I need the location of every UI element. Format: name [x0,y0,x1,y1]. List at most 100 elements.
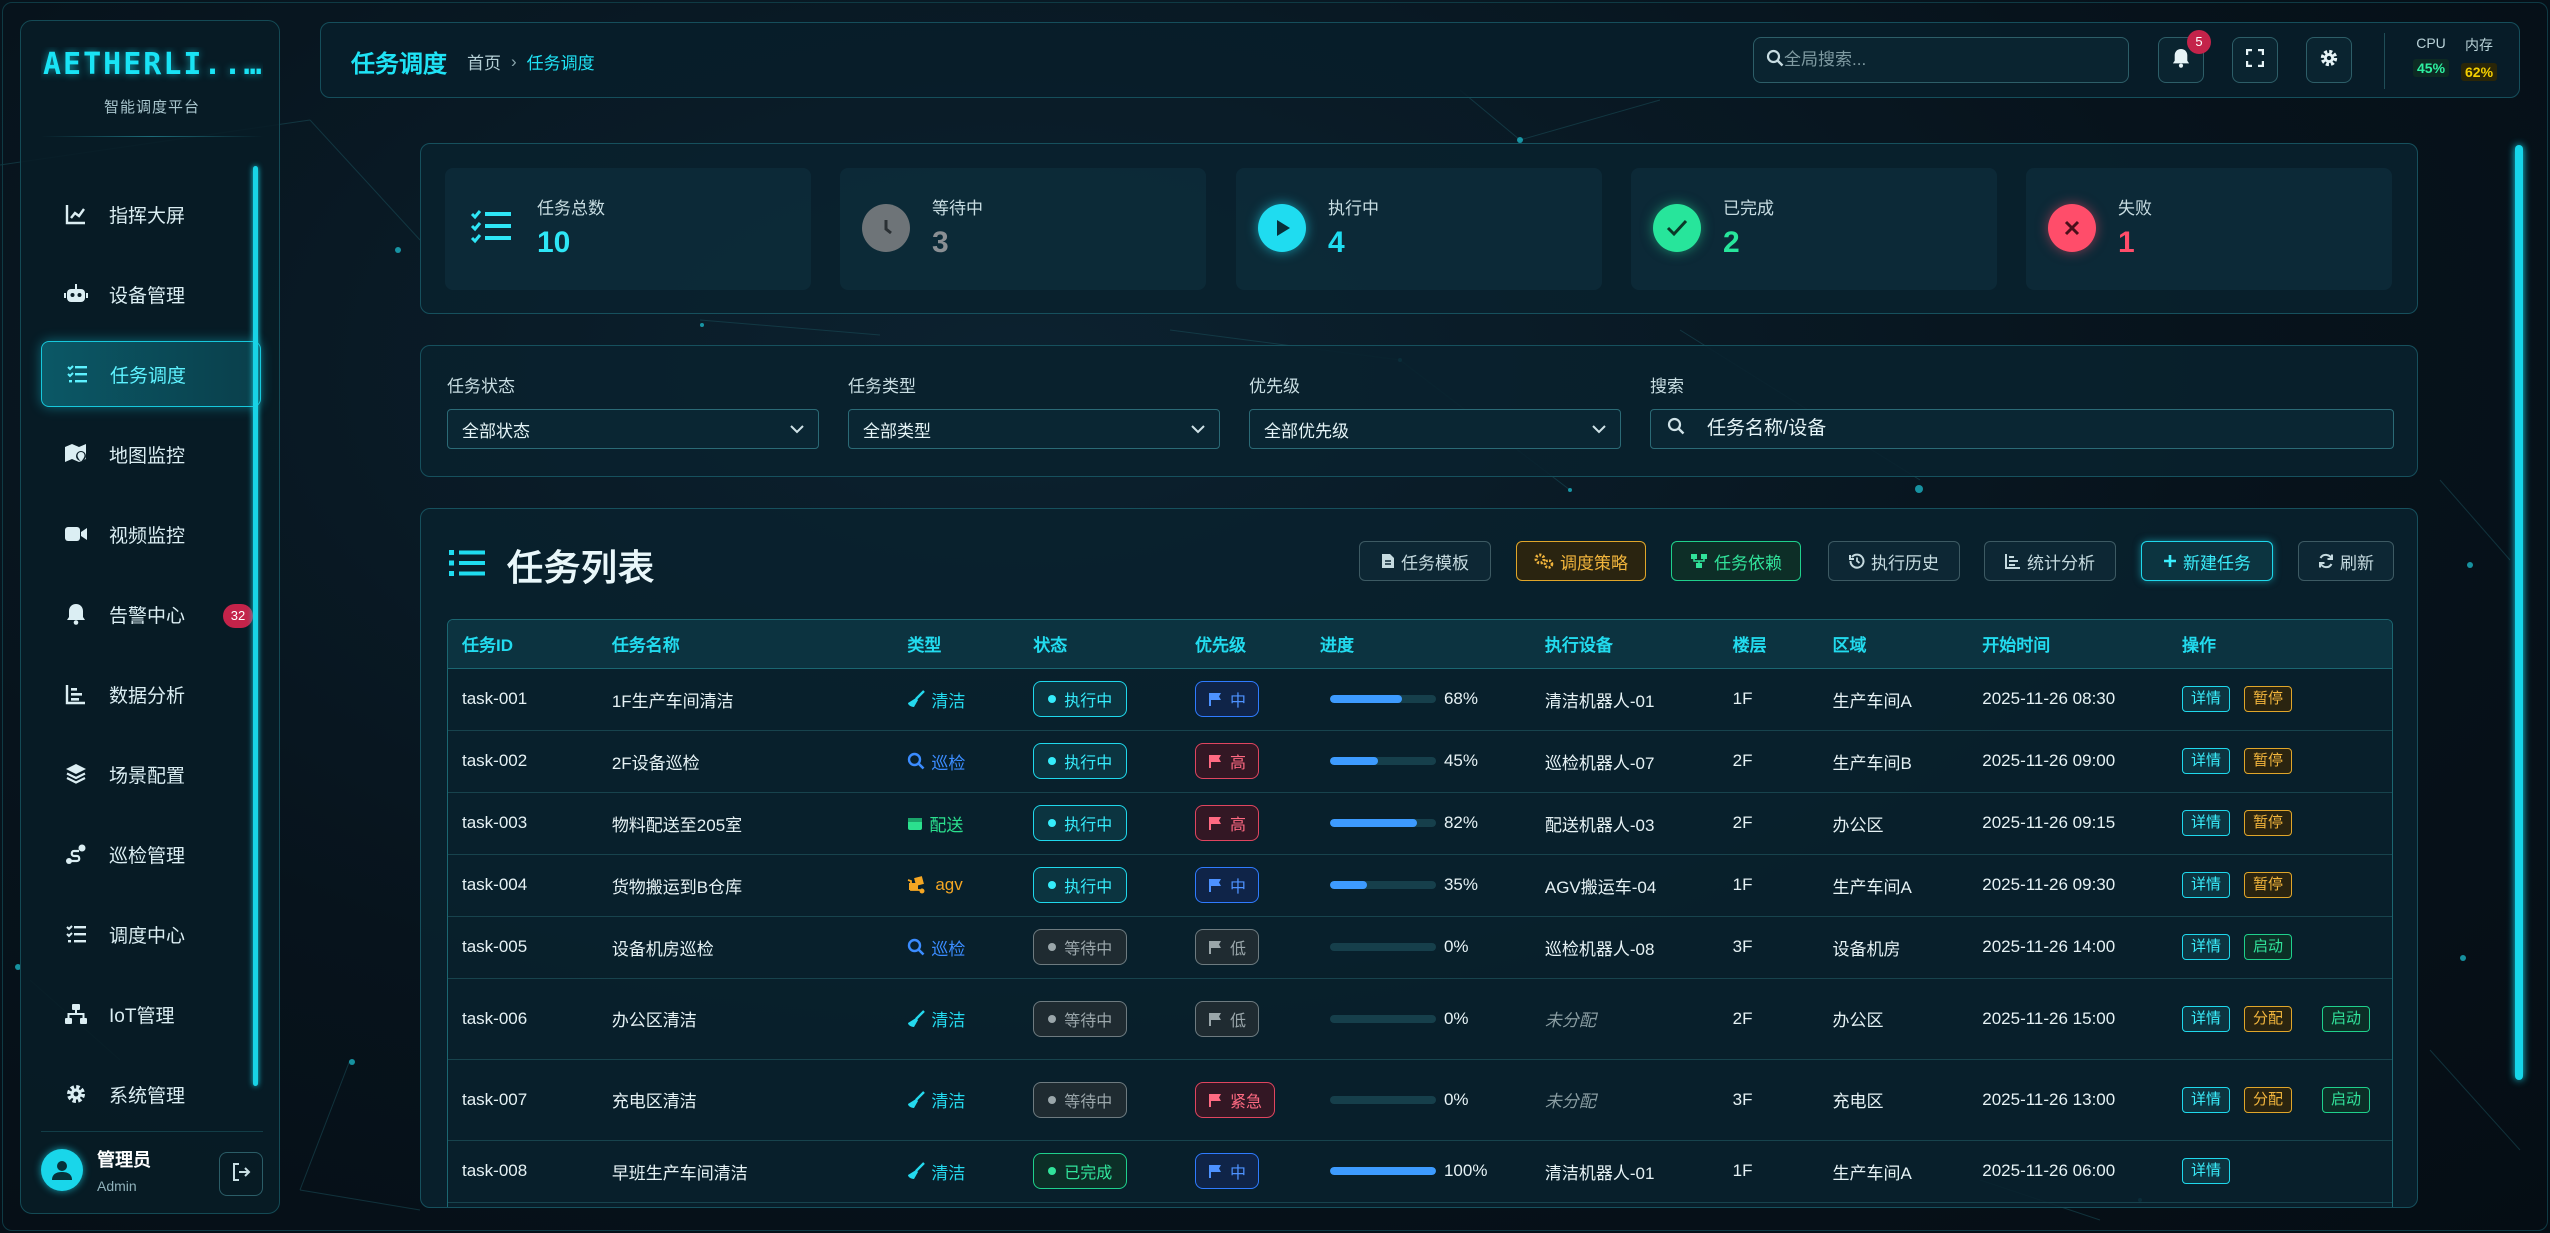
table-row[interactable]: task-007 充电区清洁 清洁 等待中 紧急 0% 未分配 3F 充电区 2025-11-26… [448,1059,2392,1141]
table-row[interactable]: task-006 办公区清洁 清洁 等待中 低 0% 未分配 2F 办公区 2025-11-26 … [448,978,2392,1060]
start-button[interactable]: 启动 [2322,1005,2371,1032]
new-task-button[interactable]: 新建任务 [2141,541,2273,581]
column-header[interactable]: 进度 [1305,620,1531,669]
statistics-button[interactable]: 统计分析 [1984,541,2116,581]
sidebar-item-video[interactable]: 视频监控 [41,501,261,567]
sidebar-item-dispatch[interactable]: 调度中心 [41,901,261,967]
task-name: 早班生产车间清洁 [597,1140,894,1203]
fullscreen-button[interactable] [2232,37,2278,83]
pause-button[interactable]: 暂停 [2243,872,2292,898]
assign-button[interactable]: 分配 [2243,1005,2292,1032]
sidebar-item-devices[interactable]: 设备管理 [41,261,261,327]
task-floor: 3F [1718,1059,1819,1141]
notifications-button[interactable]: 5 [2158,30,2211,83]
detail-button[interactable]: 详情 [2181,810,2230,836]
stat-card-completed: 已完成 2 [1631,168,1997,290]
column-header[interactable]: 类型 [893,620,1020,669]
sidebar-item-map[interactable]: 地图监控 [41,421,261,487]
detail-button[interactable]: 详情 [2181,934,2230,960]
task-priority: 低 [1181,916,1306,979]
detail-button[interactable]: 详情 [2181,1086,2230,1113]
dolly-icon [908,876,925,894]
sidebar-item-dashboard[interactable]: 指挥大屏 [41,181,261,247]
column-header[interactable]: 开始时间 [1968,620,2168,669]
sidebar-item-patrol[interactable]: 巡检管理 [41,821,261,887]
column-header[interactable]: 区域 [1818,620,1969,669]
task-template-button[interactable]: 任务模板 [1359,541,1491,581]
row-actions: 详情 分配 启动 [2181,1005,2372,1032]
table-row[interactable]: task-003 物料配送至205室 配送 执行中 高 82% 配送机器人-03 2F 办公区 2… [448,792,2392,855]
sidebar-item-label: 指挥大屏 [109,205,186,227]
column-header[interactable]: 优先级 [1181,620,1306,669]
task-start-time: 2025-11-26 09:30 [1968,854,2168,917]
detail-button[interactable]: 详情 [2181,748,2230,774]
column-header[interactable]: 任务ID [448,620,598,669]
column-header[interactable]: 任务名称 [597,620,894,669]
task-status: 执行中 [1019,792,1182,855]
detail-button[interactable]: 详情 [2181,1158,2230,1184]
sidebar-item-scenes[interactable]: 场景配置 [41,741,261,807]
top-header: 任务调度 首页 › 任务调度 5 CPU 45% 内存 62% [320,22,2520,98]
row-actions: 详情 启动 [2181,934,2372,960]
button-label: 调度策略 [1560,553,1628,573]
detail-button[interactable]: 详情 [2181,1005,2230,1032]
search-icon [908,938,925,956]
progress-bar [1329,757,1436,765]
dispatch-strategy-button[interactable]: 调度策略 [1516,541,1646,581]
table-row[interactable]: task-005 设备机房巡检 巡检 等待中 低 0% 巡检机器人-08 3F 设备机房 2025… [448,916,2392,979]
stat-label: 执行中 [1328,199,1379,218]
search-icon [908,752,925,770]
type-select[interactable]: 全部类型 [848,409,1220,449]
table-row[interactable]: task-004 货物搬运到B仓库 agv 执行中 中 35% AGV搬运车-04 1F 生产车… [448,854,2392,917]
task-name: 货物搬运到B仓库 [597,854,894,917]
pause-button[interactable]: 暂停 [2243,686,2292,712]
task-priority: 高 [1181,730,1306,793]
column-header[interactable]: 楼层 [1718,620,1819,669]
start-button[interactable]: 启动 [2322,1086,2371,1113]
divider [41,136,263,137]
sidebar-item-alerts[interactable]: 告警中心 32 [41,581,261,647]
table-row[interactable]: task-002 2F设备巡检 巡检 执行中 高 45% 巡检机器人-07 2F 生产车间B 20… [448,730,2392,793]
brand-logo[interactable]: AETHERLI... [41,47,263,82]
user-role: Admin [97,1177,137,1194]
start-button[interactable]: 启动 [2243,934,2292,960]
assign-button[interactable]: 分配 [2243,1086,2292,1113]
status-select[interactable]: 全部状态 [447,409,819,449]
sidebar-scrollbar[interactable] [253,166,258,1086]
execution-history-button[interactable]: 执行历史 [1828,541,1960,581]
task-type: 巡检 [893,916,1020,979]
pause-button[interactable]: 暂停 [2243,748,2292,774]
column-header[interactable]: 执行设备 [1530,620,1719,669]
refresh-button[interactable]: 刷新 [2298,541,2394,581]
task-start-time: 2025-11-26 13:00 [1968,1059,2168,1141]
sidebar-item-system[interactable]: 系统管理 [41,1061,261,1127]
task-type-tag: 巡检 [907,935,1019,960]
sidebar-item-analytics[interactable]: 数据分析 [41,661,261,727]
stat-card-total: 任务总数 10 [445,168,811,290]
global-search-input[interactable] [1784,50,2104,70]
sidebar-item-tasks[interactable]: 任务调度 [41,341,261,407]
logout-button[interactable] [219,1152,263,1196]
main-scrollbar[interactable] [2515,145,2523,1080]
table-row[interactable]: task-008 早班生产车间清洁 清洁 已完成 中 100% 清洁机器人-01 1F 生产车间… [448,1140,2392,1203]
stat-value: 1 [2118,226,2135,259]
avatar[interactable] [41,1148,83,1191]
breadcrumb-home[interactable]: 首页 [467,49,501,74]
table-row[interactable]: task-001 1F生产车间清洁 清洁 执行中 中 68% 清洁机器人-01 1F 生产车间A… [448,668,2392,731]
sidebar-item-iot[interactable]: IoT管理 [41,981,261,1047]
check-icon [1653,204,1701,252]
settings-button[interactable] [2306,37,2352,83]
task-device: 未分配 [1530,1059,1719,1141]
detail-button[interactable]: 详情 [2181,872,2230,898]
priority-select[interactable]: 全部优先级 [1249,409,1621,449]
task-progress: 35% [1305,854,1531,917]
plus-icon [2164,555,2176,567]
column-header[interactable]: 状态 [1019,620,1182,669]
task-dependency-button[interactable]: 任务依赖 [1671,541,1801,581]
layers-icon [63,761,89,787]
pause-button[interactable]: 暂停 [2243,810,2292,836]
task-search-input[interactable] [1707,418,2347,440]
detail-button[interactable]: 详情 [2181,686,2230,712]
priority-badge: 低 [1195,1000,1260,1037]
row-actions: 详情 暂停 [2181,686,2372,712]
